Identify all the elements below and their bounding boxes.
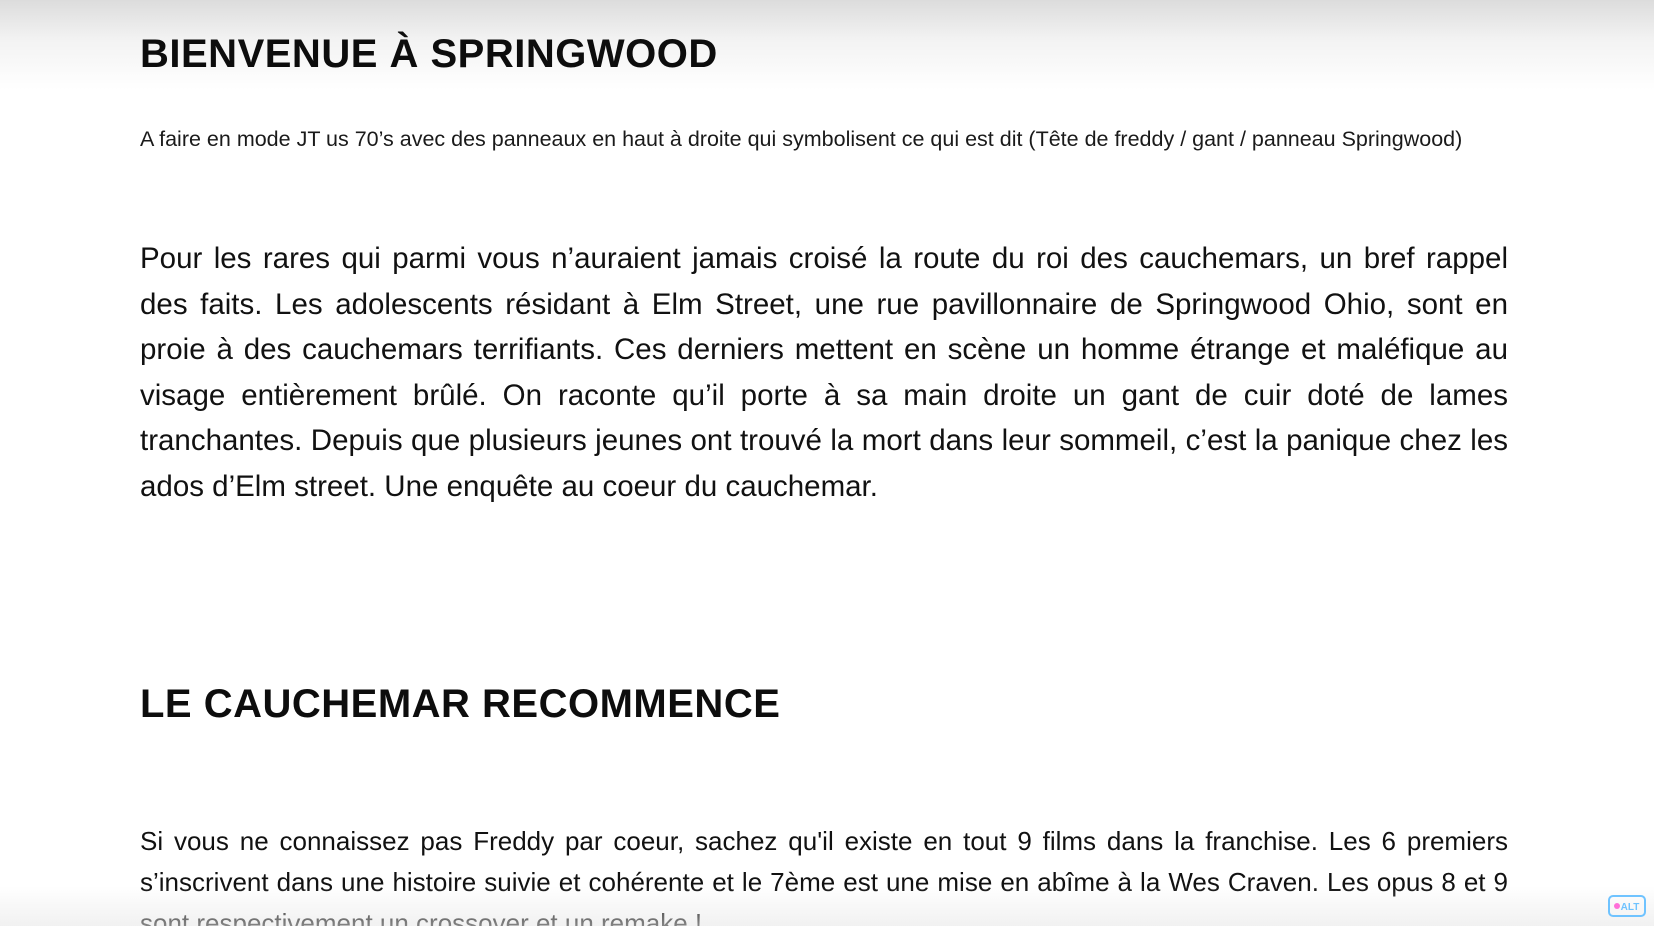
production-note: A faire en mode JT us 70’s avec des pann…: [140, 127, 1463, 151]
document-page: BIENVENUE À SPRINGWOOD A faire en mode J…: [140, 0, 1508, 926]
section-heading-cauchemar: LE CAUCHEMAR RECOMMENCE: [140, 682, 781, 726]
intro-paragraph: Pour les rares qui parmi vous n’auraient…: [140, 242, 1508, 503]
section-heading-springwood: BIENVENUE À SPRINGWOOD: [140, 32, 718, 76]
franchise-paragraph: Si vous ne connaissez pas Freddy par coe…: [140, 826, 1508, 926]
channel-logo-icon: ALT: [1608, 895, 1646, 917]
channel-logo-text: ALT: [1621, 902, 1640, 913]
